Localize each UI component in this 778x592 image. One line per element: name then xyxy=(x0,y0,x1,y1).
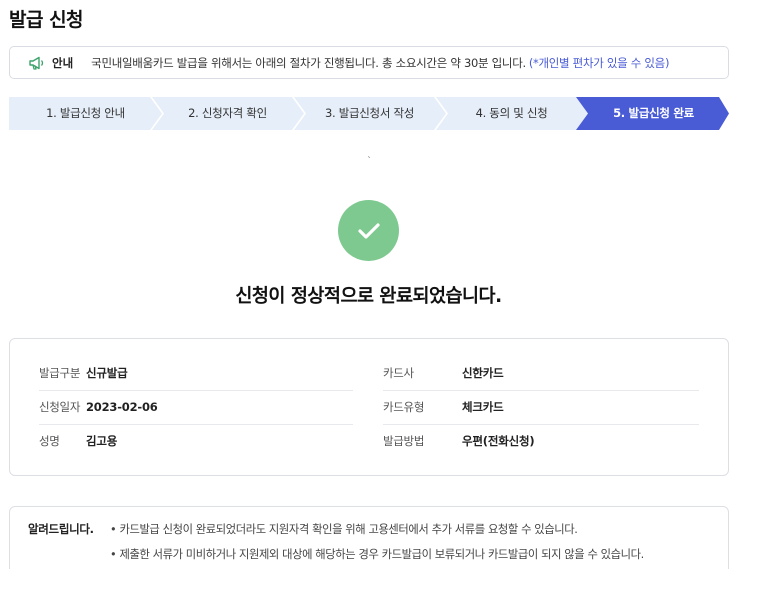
detail-key: 발급방법 xyxy=(383,434,425,448)
detail-value: 2023-02-06 xyxy=(86,400,158,414)
check-icon xyxy=(357,222,380,239)
detail-value: 신한카드 xyxy=(462,366,504,380)
notice-highlight: (*개인별 편차가 있을 수 있음) xyxy=(528,55,670,70)
page-cutoff xyxy=(0,569,778,592)
notice-text: 국민내일배움카드 발급을 위해서는 아래의 절차가 진행됩니다. 총 소요시간은… xyxy=(91,55,526,70)
success-message: 신청이 정상적으로 완료되었습니다. xyxy=(235,286,502,307)
detail-key: 카드사 xyxy=(383,366,414,380)
detail-row-apply-date: 신청일자 2023-02-06 xyxy=(39,390,158,424)
detail-row-issue-type: 발급구분 신규발급 xyxy=(39,356,128,390)
step-4-label: 4. 동의 및 신청 xyxy=(475,106,548,120)
step-2-label: 2. 신청자격 확인 xyxy=(188,106,267,120)
alert-item: • 제출한 서류가 미비하거나 지원제외 대상에 해당하는 경우 카드발급이 보… xyxy=(110,548,644,561)
progress-steps: 1. 발급신청 안내 2. 신청자격 확인 3. 발급신청서 작성 4. 동의 … xyxy=(9,97,731,130)
detail-key: 발급구분 xyxy=(39,366,81,380)
alert-title: 알려드립니다. xyxy=(28,522,94,536)
success-indicator xyxy=(338,200,399,261)
notice-alert-box: 알려드립니다. • 카드발급 신청이 완료되었더라도 지원자격 확인을 위해 고… xyxy=(9,506,729,576)
detail-row-card-company: 카드사 신한카드 xyxy=(383,356,504,390)
alert-item: • 카드발급 신청이 완료되었더라도 지원자격 확인을 위해 고용센터에서 추가… xyxy=(110,523,578,536)
step-1-label: 1. 발급신청 안내 xyxy=(46,106,125,120)
page-title: 발급 신청 xyxy=(9,9,84,31)
detail-value: 김고용 xyxy=(86,434,118,448)
tick-mark: ` xyxy=(367,156,372,167)
detail-value: 체크카드 xyxy=(462,400,504,414)
detail-row-issue-method: 발급방법 우편(전화신청) xyxy=(383,424,535,458)
step-3-label: 3. 발급신청서 작성 xyxy=(324,106,415,120)
application-details-card: 발급구분 신규발급 신청일자 2023-02-06 성명 김고용 카드사 신한카… xyxy=(9,338,729,476)
notice-label: 안내 xyxy=(52,55,74,70)
detail-value: 우편(전화신청) xyxy=(462,434,535,448)
notice-banner: 안내 국민내일배움카드 발급을 위해서는 아래의 절차가 진행됩니다. 총 소요… xyxy=(9,46,729,79)
megaphone-icon xyxy=(29,56,44,70)
step-5-label: 5. 발급신청 완료 xyxy=(613,106,694,120)
detail-key: 신청일자 xyxy=(39,400,81,414)
detail-row-name: 성명 김고용 xyxy=(39,424,117,458)
detail-key: 성명 xyxy=(39,434,60,448)
detail-row-card-type: 카드유형 체크카드 xyxy=(383,390,504,424)
detail-key: 카드유형 xyxy=(383,400,425,414)
detail-value: 신규발급 xyxy=(86,366,128,380)
